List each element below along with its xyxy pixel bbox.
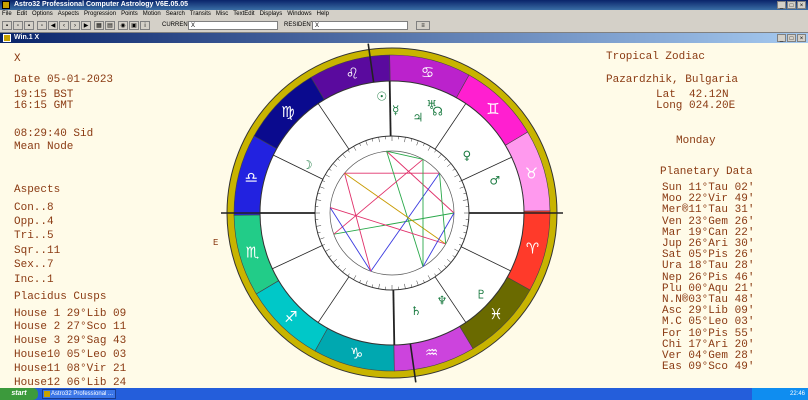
new-chart-icon[interactable]: ▪: [2, 21, 12, 30]
planet-glyph: ☽: [302, 158, 313, 172]
east-label: E: [213, 238, 218, 248]
planet-glyph: ♄: [411, 304, 422, 318]
toolbar: ▪ ▫ ▪ ▫ ◀ ‹ › ▶ ▦ ▤ ◉ ▣ i CURRENT X RESI…: [0, 19, 808, 33]
maximize-button[interactable]: □: [787, 1, 796, 9]
menu-help[interactable]: Help: [317, 10, 329, 19]
zodiac-sign-glyph: ♋: [421, 63, 434, 81]
planet-glyph: ☿: [392, 103, 399, 117]
app-task-icon: [44, 391, 50, 397]
zodiac-sign-glyph: ♓: [489, 305, 502, 323]
sub-close-button[interactable]: ×: [797, 34, 806, 42]
next-icon[interactable]: ›: [70, 21, 80, 30]
print-icon[interactable]: ▫: [37, 21, 47, 30]
forward-icon[interactable]: ▶: [81, 21, 91, 30]
clock: 22:46: [789, 391, 805, 397]
wheel-icon[interactable]: ◉: [118, 21, 128, 30]
zodiac-sign-glyph: ♑: [350, 345, 363, 363]
planet-glyph: ♇: [476, 287, 487, 301]
chart-window-title-bar: Win.1 X _ □ ×: [0, 33, 808, 43]
planet-glyph: ♃: [412, 110, 423, 124]
zodiac-sign-glyph: ♌: [346, 65, 359, 83]
menu-textedit[interactable]: TextEdit: [233, 10, 254, 19]
current-label: CURRENT: [162, 22, 192, 28]
menu-motion[interactable]: Motion: [143, 10, 161, 19]
taskbar-app-button[interactable]: Astro32 Professional ...: [42, 389, 116, 399]
menu-windows[interactable]: Windows: [287, 10, 311, 19]
list-icon[interactable]: ▤: [105, 21, 115, 30]
resident-label: RESIDENT: [284, 22, 315, 28]
sort-icon[interactable]: ≡: [416, 21, 430, 30]
menu-progression[interactable]: Progression: [84, 10, 116, 19]
planet-glyph: ☉: [376, 89, 387, 103]
calc-icon[interactable]: ▣: [129, 21, 139, 30]
menu-displays[interactable]: Displays: [260, 10, 283, 19]
app-icon: [2, 1, 10, 9]
taskbar-app-label: Astro32 Professional ...: [51, 391, 114, 397]
chart-window: X Date 05-01-2023 19:15 BST 16:15 GMT 08…: [0, 43, 808, 389]
sub-minimize-button[interactable]: _: [777, 34, 786, 42]
menu-points[interactable]: Points: [121, 10, 138, 19]
planet-glyph: ♂: [489, 174, 500, 188]
zodiac-sign-glyph: ♐: [284, 308, 297, 326]
zodiac-sign-glyph: ♎: [245, 169, 258, 187]
minimize-button[interactable]: _: [777, 1, 786, 9]
current-field[interactable]: X: [188, 21, 278, 30]
window-icon: [3, 34, 11, 42]
natal-chart-wheel: ♈♉♊♋♌♍♎♏♐♑ ♒♓E☉☽☿♀♂♃♄♅♆ ♇☊: [213, 43, 563, 383]
planet-glyph: ☊: [432, 105, 443, 119]
close-button[interactable]: ×: [797, 1, 806, 9]
zodiac-sign-glyph: ♈: [526, 239, 539, 257]
zodiac-sign-glyph: ♊: [486, 100, 499, 118]
sub-maximize-button[interactable]: □: [787, 34, 796, 42]
start-button[interactable]: start: [0, 388, 38, 400]
info-icon[interactable]: i: [140, 21, 150, 30]
zodiac-sign-glyph: ♉: [525, 164, 538, 182]
menu-options[interactable]: Options: [32, 10, 53, 19]
menu-aspects[interactable]: Aspects: [58, 10, 79, 19]
house-cusp-line: [392, 289, 396, 345]
prev-icon[interactable]: ‹: [59, 21, 69, 30]
planet-glyph: ♀: [462, 149, 471, 163]
save-icon[interactable]: ▪: [24, 21, 34, 30]
menu-edit[interactable]: Edit: [17, 10, 27, 19]
menu-search[interactable]: Search: [166, 10, 185, 19]
chart-window-title: Win.1 X: [14, 34, 40, 41]
grid-icon[interactable]: ▦: [94, 21, 104, 30]
app-title: Astro32 Professional Computer Astrology …: [14, 1, 189, 8]
menu-bar: File Edit Options Aspects Progression Po…: [0, 10, 808, 19]
planet-glyph: ♆: [437, 294, 448, 308]
house-cusp-line: [388, 81, 392, 137]
open-icon[interactable]: ▫: [13, 21, 23, 30]
menu-misc[interactable]: Misc: [216, 10, 228, 19]
taskbar: start Astro32 Professional ... 22:46: [0, 388, 808, 400]
zodiac-sign-glyph: ♍: [281, 103, 294, 121]
system-tray: 22:46: [752, 388, 808, 400]
zodiac-sign-glyph: ♏: [246, 244, 260, 262]
resident-field[interactable]: X: [312, 21, 408, 30]
menu-file[interactable]: File: [2, 10, 12, 19]
app-title-bar: Astro32 Professional Computer Astrology …: [0, 0, 808, 10]
menu-transits[interactable]: Transits: [190, 10, 211, 19]
zodiac-sign-glyph: ♒: [425, 343, 438, 361]
back-icon[interactable]: ◀: [48, 21, 58, 30]
